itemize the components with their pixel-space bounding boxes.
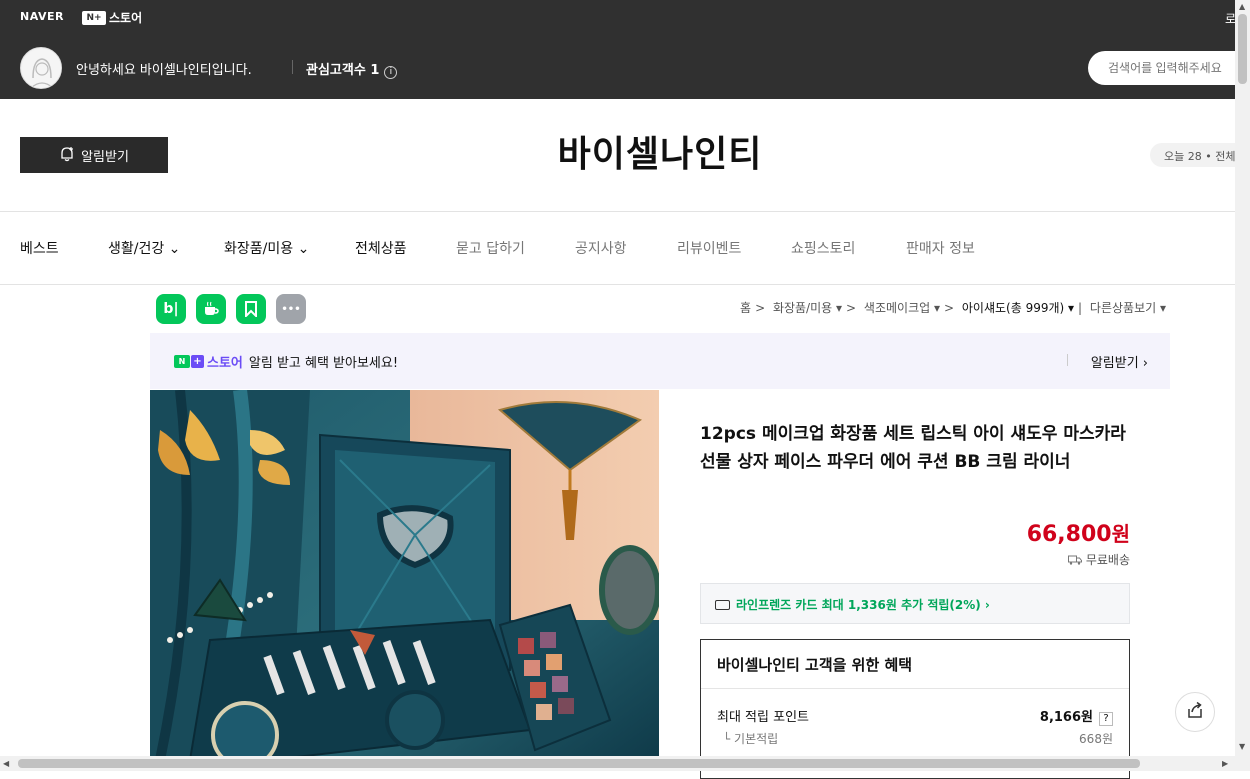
talk-icon[interactable] [196, 294, 226, 324]
card-benefit-text: 라인프렌즈 카드 최대 1,336원 추가 적립(2%) › [736, 598, 990, 612]
nav-review-event[interactable]: 리뷰이벤트 [677, 238, 741, 258]
benefit-heading: 바이셀나인티 고객을 위한 혜택 [701, 640, 1129, 689]
share-button[interactable] [1175, 692, 1215, 732]
max-points-value: 8,166원? [1040, 706, 1113, 726]
search-input[interactable] [1088, 51, 1250, 85]
scroll-down-icon[interactable]: ▼ [1239, 742, 1245, 751]
store-title[interactable]: 바이셀나인티 [0, 125, 1250, 177]
product-title: 12pcs 메이크업 화장품 세트 립스틱 아이 섀도우 마스카라 선물 상자 … [700, 424, 1126, 472]
category-nav: 베스트 생활/건강 ⌄ 화장품/미용 ⌄ 전체상품 묻고 답하기 공지사항 리뷰… [0, 212, 1250, 284]
n-icon: N [174, 355, 190, 368]
nav-qna[interactable]: 묻고 답하기 [456, 238, 525, 258]
divider [1067, 354, 1068, 366]
more-icon[interactable]: ••• [276, 294, 306, 324]
fan-count: 관심고객수 1 i [306, 59, 398, 79]
fan-count-label: 관심고객수 1 [306, 63, 380, 78]
scroll-up-icon[interactable]: ▲ [1239, 2, 1245, 11]
breadcrumb-makeup[interactable]: 색조메이크업 ▾ [864, 301, 940, 315]
price-value: 66,800 [1026, 522, 1112, 547]
truck-icon [1068, 553, 1086, 567]
breadcrumb-eyeshadow[interactable]: 아이섀도(총 999개) ▾ [962, 301, 1074, 315]
nplus-store-logo[interactable]: N+ 스토어 [82, 9, 142, 26]
max-points-amount: 8,166원 [1039, 710, 1093, 725]
naver-topbar: NAVER N+ 스토어 로 [0, 0, 1250, 35]
horizontal-scroll-thumb[interactable] [18, 759, 1140, 768]
product-price: 66,800원 [1027, 518, 1130, 547]
notification-banner: N + 스토어 알림 받고 혜택 받아보세요! 알림받기 › [150, 333, 1170, 389]
share-icon [1186, 701, 1204, 723]
vertical-scroll-thumb[interactable] [1238, 14, 1247, 84]
help-icon[interactable]: ? [1099, 712, 1113, 726]
bookmark-icon[interactable] [236, 294, 266, 324]
banner-text: 알림 받고 혜택 받아보세요! [248, 356, 399, 371]
blog-icon[interactable]: b| [156, 294, 186, 324]
banner-left: N + 스토어 알림 받고 혜택 받아보세요! [174, 352, 398, 371]
scroll-right-icon[interactable]: ▶ [1222, 759, 1228, 768]
nav-shopping-story[interactable]: 쇼핑스토리 [791, 238, 855, 258]
nav-seller-info[interactable]: 판매자 정보 [906, 238, 975, 258]
nplus-store-label: 스토어 [109, 11, 143, 25]
breadcrumb-cosmetics[interactable]: 화장품/미용 ▾ [773, 301, 842, 315]
divider [0, 284, 1250, 285]
breadcrumb: 홈 > 화장품/미용 ▾ > 색조메이크업 ▾ > 아이섀도(총 999개) ▾ | 다… [740, 301, 1166, 315]
store-greeting: 안녕하세요 바이셀나인티입니다. [76, 63, 252, 78]
horizontal-scrollbar[interactable]: ◀ ▶ [0, 756, 1235, 771]
nav-notice[interactable]: 공지사항 [575, 238, 627, 258]
nplus-store-logo: N + 스토어 [174, 352, 243, 371]
shipping-info: 무료배송 [1068, 551, 1130, 568]
blog-icon-glyph: b| [163, 301, 179, 317]
nplus-icon: N+ [82, 10, 106, 25]
card-benefit-banner[interactable]: 라인프렌즈 카드 최대 1,336원 추가 적립(2%) › [700, 583, 1130, 624]
basic-points-value: 668원 [1079, 732, 1113, 746]
nav-all-products[interactable]: 전체상품 [355, 238, 407, 258]
nav-cosmetics[interactable]: 화장품/미용 ⌄ [224, 238, 309, 258]
breadcrumb-home[interactable]: 홈 [740, 301, 751, 315]
credit-card-icon [715, 600, 730, 610]
product-image[interactable] [150, 390, 659, 760]
shipping-label: 무료배송 [1085, 553, 1130, 567]
banner-alarm-link[interactable]: 알림받기 › [1091, 352, 1148, 371]
avatar[interactable] [20, 47, 62, 89]
nav-best[interactable]: 베스트 [20, 238, 59, 258]
other-products-dropdown[interactable]: 다른상품보기 ▾ [1090, 301, 1166, 315]
store-header: 안녕하세요 바이셀나인티입니다. 관심고객수 1 i [0, 35, 1250, 99]
plus-icon: + [191, 355, 204, 368]
naver-logo[interactable]: NAVER [20, 10, 64, 23]
scroll-left-icon[interactable]: ◀ [3, 759, 9, 768]
banner-store-label: 스토어 [207, 356, 243, 371]
vertical-scrollbar[interactable]: ▲ ▼ [1235, 0, 1250, 771]
price-currency: 원 [1111, 522, 1130, 546]
divider [292, 60, 293, 74]
more-icon-glyph: ••• [281, 303, 301, 315]
nav-living-health[interactable]: 생활/건강 ⌄ [108, 238, 180, 258]
basic-points-label: └ 기본적립 [723, 732, 779, 746]
max-points-label: 최대 적립 포인트 [717, 710, 809, 725]
info-icon[interactable]: i [384, 66, 398, 79]
